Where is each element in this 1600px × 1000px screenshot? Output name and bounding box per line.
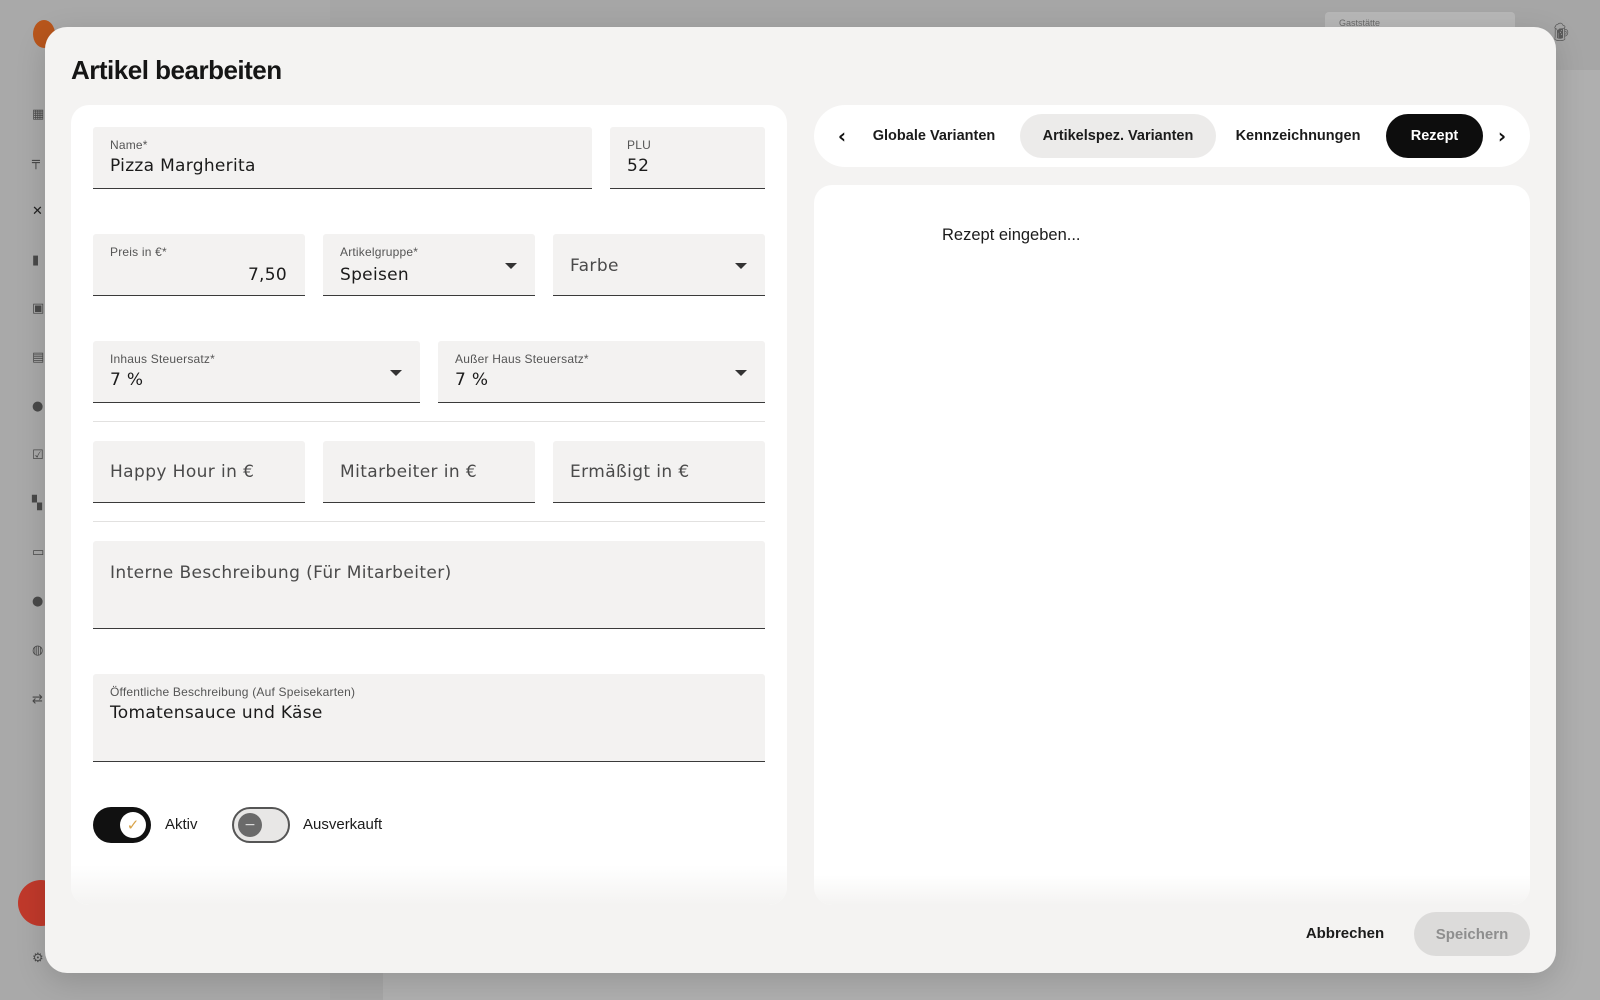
inhouse-tax-value: 7 % (110, 370, 144, 390)
chevron-right-icon[interactable]: › (1490, 124, 1514, 148)
name-label: Name* (110, 138, 148, 152)
staff-price-field[interactable]: Mitarbeiter in € (323, 441, 535, 503)
sold-out-toggle[interactable]: − (232, 807, 290, 843)
happy-hour-price-field[interactable]: Happy Hour in € (93, 441, 305, 503)
name-value: Pizza Margherita (110, 156, 256, 176)
internal-description-placeholder: Interne Beschreibung (Für Mitarbeiter) (110, 563, 452, 583)
chevron-left-icon[interactable]: ‹ (830, 124, 854, 148)
plu-field[interactable]: PLU 52 (610, 127, 765, 189)
check-icon: ✓ (120, 812, 146, 838)
article-form-panel: Name* Pizza Margherita PLU 52 Preis in €… (71, 105, 787, 905)
name-field[interactable]: Name* Pizza Margherita (93, 127, 592, 189)
sold-out-label: Ausverkauft (303, 816, 383, 833)
save-button[interactable]: Speichern (1414, 912, 1530, 956)
tab-recipe[interactable]: Rezept (1386, 114, 1483, 158)
reduced-price-placeholder: Ermäßigt in € (570, 462, 690, 482)
section-divider (93, 521, 765, 522)
chevron-down-icon (505, 263, 517, 269)
internal-description-field[interactable]: Interne Beschreibung (Für Mitarbeiter) (93, 541, 765, 629)
happy-hour-placeholder: Happy Hour in € (110, 462, 255, 482)
cancel-button[interactable]: Abbrechen (1295, 912, 1395, 954)
minus-icon: − (238, 813, 262, 837)
takeaway-tax-value: 7 % (455, 370, 489, 390)
active-toggle[interactable]: ✓ (93, 807, 151, 843)
chevron-down-icon (735, 370, 747, 376)
tab-article-variants[interactable]: Artikelspez. Varianten (1020, 114, 1216, 158)
reduced-price-field[interactable]: Ermäßigt in € (553, 441, 765, 503)
section-divider (93, 421, 765, 422)
dialog-title: Artikel bearbeiten (71, 55, 282, 85)
scroll-fade (71, 865, 787, 905)
price-value: 7,50 (247, 265, 287, 285)
takeaway-tax-label: Außer Haus Steuersatz* (455, 352, 589, 366)
inhouse-tax-label: Inhaus Steuersatz* (110, 352, 215, 366)
tab-labels[interactable]: Kennzeichnungen (1224, 114, 1372, 158)
takeaway-tax-select[interactable]: Außer Haus Steuersatz* 7 % (438, 341, 765, 403)
edit-article-dialog: Artikel bearbeiten Name* Pizza Margherit… (45, 27, 1556, 973)
public-description-label: Öffentliche Beschreibung (Auf Speisekart… (110, 685, 356, 699)
tab-bar: ‹ Globale Varianten Artikelspez. Variant… (814, 105, 1530, 167)
color-select[interactable]: Farbe (553, 234, 765, 296)
plu-value: 52 (627, 156, 650, 176)
tab-global-variants[interactable]: Globale Varianten (870, 114, 998, 158)
recipe-placeholder: Rezept eingeben... (942, 226, 1081, 244)
price-label: Preis in €* (110, 245, 167, 259)
active-label: Aktiv (165, 816, 198, 833)
recipe-editor[interactable]: Rezept eingeben... (814, 185, 1530, 905)
price-field[interactable]: Preis in €* 7,50 (93, 234, 305, 296)
article-group-value: Speisen (340, 265, 409, 285)
plu-label: PLU (627, 138, 651, 152)
staff-price-placeholder: Mitarbeiter in € (340, 462, 478, 482)
chevron-down-icon (390, 370, 402, 376)
article-group-label: Artikelgruppe* (340, 245, 419, 259)
public-description-field[interactable]: Öffentliche Beschreibung (Auf Speisekart… (93, 674, 765, 762)
color-placeholder: Farbe (570, 256, 619, 276)
article-group-select[interactable]: Artikelgruppe* Speisen (323, 234, 535, 296)
scroll-fade (814, 875, 1530, 905)
chevron-down-icon (735, 263, 747, 269)
inhouse-tax-select[interactable]: Inhaus Steuersatz* 7 % (93, 341, 420, 403)
public-description-value: Tomatensauce und Käse (110, 703, 323, 723)
